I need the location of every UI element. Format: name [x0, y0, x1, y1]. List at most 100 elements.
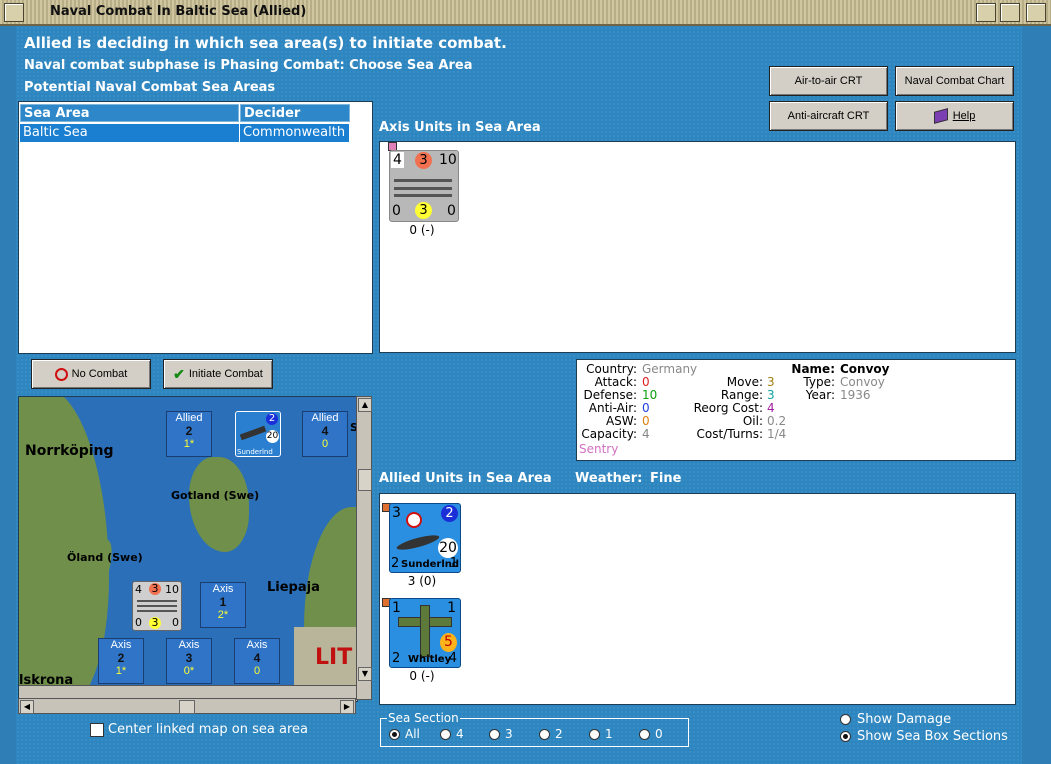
info-move: 3 [767, 375, 775, 389]
axis-convoy-counter[interactable]: 4 3 10 0 3 0 [389, 150, 459, 222]
info-status: Sentry [579, 442, 619, 456]
axis-units-title: Axis Units in Sea Area [379, 120, 541, 135]
scroll-right-icon[interactable]: ▶ [340, 700, 354, 714]
sunderland-top-left: 3 [392, 505, 401, 521]
sea-section-label-3: 3 [505, 727, 513, 741]
no-entry-icon [54, 367, 68, 381]
sea-box-axis-3[interactable]: Axis 3 0* [166, 638, 212, 684]
info-attack-label: Attack: [594, 375, 637, 389]
center-map-label: Center linked map on sea area [108, 722, 308, 737]
info-oil-label: Oil: [742, 414, 763, 428]
sea-section-radio-0[interactable] [639, 729, 650, 740]
sea-area-table: Sea Area Decider Baltic Sea Commonwealth [18, 101, 373, 354]
show-sections-radio[interactable] [840, 731, 851, 742]
counter-bottom-right: 0 [447, 203, 456, 219]
initiate-combat-label: Initiate Combat [188, 368, 263, 380]
initiate-combat-button[interactable]: ✔ Initiate Combat [163, 359, 273, 389]
sea-box-axis-4[interactable]: Axis 4 0 [234, 638, 280, 684]
sea-box-allied-2[interactable]: Allied 2 1* [166, 411, 212, 457]
maximize-button[interactable] [1000, 3, 1020, 22]
scroll-down-icon[interactable]: ▼ [358, 667, 372, 681]
info-type-label: Type: [803, 375, 835, 389]
map-convoy-counter[interactable]: 4 3 10 0 3 0 [132, 581, 182, 631]
map-label-norrkoping: Norrköping [25, 443, 114, 459]
col-header-sea-area[interactable]: Sea Area [20, 104, 239, 122]
map-label-gotland: Gotland (Swe) [171, 489, 260, 502]
axis-units-panel: 4 3 10 0 3 0 0 (-) [379, 141, 1016, 353]
sea-section-label-1: 1 [605, 727, 613, 741]
h-scroll-thumb[interactable] [179, 700, 195, 714]
sea-section-radio-4[interactable] [440, 729, 451, 740]
scroll-thumb[interactable] [358, 469, 372, 491]
sea-section-radio-3[interactable] [489, 729, 500, 740]
whitley-mid: 5 [440, 633, 457, 652]
sea-box-number: 2 [117, 651, 125, 665]
info-range: 3 [767, 388, 775, 402]
map-label-lit: LIT [315, 645, 353, 670]
whitley-bottom-right: 4 [448, 651, 457, 666]
naval-combat-chart-button[interactable]: Naval Combat Chart [895, 66, 1014, 96]
map-convoy-icon [137, 600, 177, 602]
potential-areas-label: Potential Naval Combat Sea Areas [24, 80, 276, 95]
info-attack: 0 [642, 375, 650, 389]
sea-section-radio-all[interactable] [389, 729, 400, 740]
sea-box-side: Axis [246, 639, 268, 651]
whitley-top-right: 1 [447, 600, 456, 616]
sea-box-number: 3 [185, 651, 193, 665]
sea-box-number: 4 [321, 424, 329, 438]
sea-box-number: 2 [185, 424, 193, 438]
plane-icon [239, 425, 267, 441]
minimize-button[interactable] [976, 3, 996, 22]
air-to-air-crt-button[interactable]: Air-to-air CRT [769, 66, 888, 96]
close-button[interactable] [1026, 3, 1046, 22]
status-heading: Allied is deciding in which sea area(s) … [24, 34, 507, 52]
weather-label: Weather: [575, 471, 643, 486]
sea-section-radio-1[interactable] [589, 729, 600, 740]
title-bar[interactable]: Naval Combat In Baltic Sea (Allied) [0, 0, 1051, 26]
sea-box-axis-2[interactable]: Axis 2 1* [98, 638, 144, 684]
whitley-bottom-left: 2 [392, 651, 401, 666]
sea-box-number: 4 [253, 651, 261, 665]
sea-section-label-2: 2 [555, 727, 563, 741]
sunderland-counter[interactable]: 3 2 20 2 Sunderlnd 1 [389, 503, 461, 573]
show-damage-radio[interactable] [840, 714, 851, 725]
window-title: Naval Combat In Baltic Sea (Allied) [50, 4, 307, 19]
flying-boat-icon [395, 532, 441, 553]
help-button[interactable]: Help [895, 101, 1014, 131]
whitley-caption: 0 (-) [409, 669, 435, 683]
sea-section-radio-2[interactable] [539, 729, 550, 740]
center-map-checkbox[interactable] [90, 723, 104, 737]
window-menu-button[interactable] [4, 3, 24, 22]
scroll-left-icon[interactable]: ◀ [20, 700, 34, 714]
map-air-top-right: 2 [266, 413, 278, 425]
info-capacity: 4 [642, 427, 650, 441]
sea-box-side: Axis [178, 639, 200, 651]
map-label-oland: Öland (Swe) [67, 551, 143, 564]
map-sunderland-counter[interactable]: 2 20 Sunderlnd [235, 411, 281, 457]
checkmark-icon: ✔ [173, 365, 185, 382]
map-horizontal-scrollbar-track[interactable]: ◀ ▶ [18, 698, 356, 714]
info-range-label: Range: [720, 388, 763, 402]
sea-box-axis-1[interactable]: Axis 1 2* [200, 582, 246, 628]
anti-aircraft-crt-button[interactable]: Anti-aircraft CRT [769, 101, 888, 131]
sea-box-number: 1 [219, 595, 227, 609]
info-reorg-label: Reorg Cost: [693, 401, 763, 415]
no-combat-button[interactable]: No Combat [31, 359, 151, 389]
col-header-decider[interactable]: Decider [240, 104, 350, 122]
scroll-up-icon[interactable]: ▲ [358, 398, 372, 412]
info-cost: 1/4 [767, 427, 787, 441]
map-air-name: Sunderlnd [237, 448, 273, 456]
sea-box-value: 1* [115, 665, 127, 677]
info-defense: 10 [642, 388, 658, 402]
map-air-mid: 20 [266, 430, 279, 443]
whitley-top-left: 1 [392, 600, 401, 616]
map-vertical-scrollbar-track[interactable]: ▲ ▼ [356, 396, 372, 700]
map-unit-tr: 10 [165, 583, 179, 596]
map-unit-br: 0 [172, 616, 179, 629]
sea-box-value: 1* [183, 438, 195, 450]
info-antiair: 0 [642, 401, 650, 415]
info-antiair-label: Anti-Air: [588, 401, 637, 415]
linked-map[interactable]: LIT Norrköping Gotland (Swe) Öland (Swe)… [18, 396, 358, 702]
sea-box-allied-4[interactable]: Allied 4 0 [302, 411, 348, 457]
whitley-counter[interactable]: 1 1 5 2 Whitley 4 [389, 598, 461, 668]
